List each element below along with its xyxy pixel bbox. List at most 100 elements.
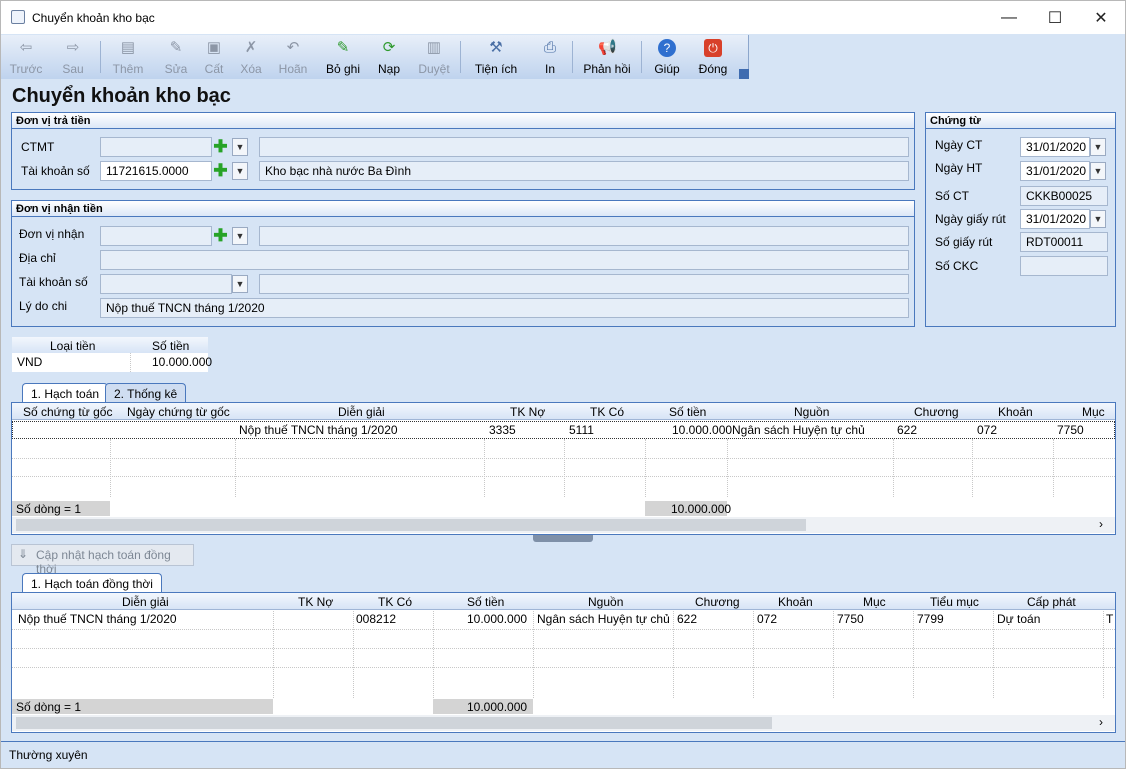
close-power-icon: ⏻ (704, 39, 722, 57)
maximize-button[interactable]: ☐ (1032, 5, 1078, 31)
concurrent-hscrollbar[interactable]: › (12, 715, 1115, 731)
add-account-icon[interactable]: ✚ (212, 162, 229, 179)
unpost-button[interactable]: ✎ Bỏ ghi (321, 35, 365, 79)
row2-subitem: 7799 (917, 612, 944, 626)
feedback-icon: 📢 (598, 39, 617, 56)
withdrawal-date-dropdown-button[interactable]: ▼ (1090, 210, 1106, 228)
currency-table: Loại tiền Số tiền VND 10.000.000 (12, 337, 212, 372)
reason-label: Lý do chi (19, 299, 68, 313)
amount-cell[interactable]: 10.000.000 (152, 355, 212, 369)
utilities-button[interactable]: ⚒ Tiện ích (467, 35, 525, 79)
status-text: Thường xuyên (9, 748, 88, 762)
add-payee-icon[interactable]: ✚ (212, 227, 229, 244)
payee-unit-name-field[interactable] (259, 226, 909, 246)
save-button[interactable]: ▣ Cất (197, 35, 231, 79)
close-window-button[interactable]: ✕ (1078, 5, 1124, 31)
ctmt-name-field[interactable] (259, 137, 909, 157)
accounting-summary-row: Số dòng = 1 10.000.000 (12, 501, 1115, 516)
add-doc-icon: ▤ (120, 39, 136, 56)
address-label: Địa chỉ (19, 251, 56, 265)
prev-button[interactable]: ⇦ Trước (5, 35, 47, 79)
tab-statistics[interactable]: 2. Thống kê (105, 383, 187, 404)
payer-account-name-field[interactable]: Kho bạc nhà nước Ba Đình (259, 161, 909, 181)
col-debit: TK Nợ (510, 405, 546, 419)
app-icon (11, 10, 25, 24)
arrow-right-icon: ⇨ (66, 39, 80, 56)
row2-section: 072 (757, 612, 778, 626)
address-field[interactable] (100, 250, 909, 270)
payer-account-field[interactable]: 11721615.0000 (100, 161, 212, 181)
approve-icon: ▥ (426, 39, 442, 56)
table-row[interactable]: Nộp thuế TNCN tháng 1/2020 3335 5111 10.… (12, 421, 1115, 439)
row2-count: Số dòng = 1 (16, 700, 82, 714)
payee-unit-label: Đơn vị nhận (19, 227, 85, 241)
undo-button[interactable]: ↶ Hoãn (273, 35, 313, 79)
col-source: Nguồn (794, 405, 830, 419)
col-source-number: Số chứng từ gốc (23, 405, 113, 419)
print-button[interactable]: ⎙ In (533, 35, 567, 79)
withdrawal-date-field[interactable]: 31/01/2020 (1020, 209, 1090, 229)
currency-type-cell[interactable]: VND (17, 355, 42, 369)
row-credit: 5111 (569, 423, 594, 437)
col2-allocation: Cấp phát (1027, 595, 1076, 609)
update-concurrent-button[interactable]: ⇓ Cập nhật hạch toán đồng thời (11, 544, 194, 576)
scroll-right-icon[interactable]: › (1099, 715, 1103, 729)
row2-description: Nộp thuế TNCN tháng 1/2020 (18, 612, 177, 626)
col2-chapter: Chương (695, 595, 740, 609)
arrow-left-icon: ⇦ (19, 39, 33, 56)
amount-header: Số tiền (152, 339, 190, 353)
minimize-button[interactable]: — (986, 5, 1032, 31)
help-button[interactable]: ? Giúp (649, 35, 685, 79)
arrow-down-icon: ⇓ (18, 547, 29, 561)
table-row[interactable]: Nộp thuế TNCN tháng 1/2020 008212 10.000… (12, 611, 1115, 629)
withdrawal-number-label: Số giấy rút (935, 235, 993, 249)
concurrent-grid: Diễn giải TK Nợ TK Có Số tiền Nguồn Chươ… (11, 592, 1116, 733)
approve-button[interactable]: ▥ Duyệt (413, 35, 455, 79)
splitter-handle[interactable] (533, 535, 593, 542)
reload-button[interactable]: ⟳ Nạp (371, 35, 407, 79)
ctmt-field[interactable] (100, 137, 212, 157)
delete-button[interactable]: ✗ Xóa (234, 35, 268, 79)
payer-account-dropdown-button[interactable]: ▼ (232, 162, 248, 180)
add-button[interactable]: ▤ Thêm (107, 35, 149, 79)
close-button[interactable]: ⏻ Đóng (693, 35, 733, 79)
row2-chapter: 622 (677, 612, 698, 626)
help-icon: ? (658, 39, 676, 57)
delete-icon: ✗ (244, 39, 258, 56)
withdrawal-number-field[interactable]: RDT00011 (1020, 232, 1108, 252)
voucher-number-label: Số CT (935, 189, 970, 203)
col2-amount: Số tiền (467, 595, 505, 609)
edit-button[interactable]: ✎ Sửa (158, 35, 194, 79)
ckc-number-field[interactable] (1020, 256, 1108, 276)
payer-account-label: Tài khoản số (21, 164, 90, 178)
accounting-grid-header: Số chứng từ gốc Ngày chứng từ gốc Diễn g… (12, 403, 1115, 420)
posting-date-field[interactable]: 31/01/2020 (1020, 161, 1090, 181)
voucher-date-field[interactable]: 31/01/2020 (1020, 137, 1090, 157)
payee-unit-field[interactable] (100, 226, 212, 246)
add-ctmt-icon[interactable]: ✚ (212, 138, 229, 155)
payee-account-label: Tài khoản số (19, 275, 88, 289)
toolbar-overflow-button[interactable] (739, 69, 749, 79)
row-chapter: 622 (897, 423, 918, 437)
total2-amount: 10.000.000 (467, 700, 528, 714)
voucher-date-dropdown-button[interactable]: ▼ (1090, 138, 1106, 156)
posting-date-dropdown-button[interactable]: ▼ (1090, 162, 1106, 180)
feedback-button[interactable]: 📢 Phản hồi (579, 35, 635, 79)
row-section: 072 (977, 423, 998, 437)
accounting-hscrollbar[interactable]: › (12, 517, 1115, 533)
payee-account-name-field[interactable] (259, 274, 909, 294)
next-button[interactable]: ⇨ Sau (51, 35, 95, 79)
row-debit: 3335 (489, 423, 516, 437)
ctmt-label: CTMT (21, 140, 55, 154)
row2-credit: 008212 (356, 612, 397, 626)
reason-field[interactable]: Nộp thuế TNCN tháng 1/2020 (100, 298, 909, 318)
payee-unit-dropdown-button[interactable]: ▼ (232, 227, 248, 245)
payee-group-header: Đơn vị nhận tiền (12, 201, 914, 217)
scroll-right-icon[interactable]: › (1099, 517, 1103, 531)
ctmt-dropdown-button[interactable]: ▼ (232, 138, 248, 156)
row2-overflow: T (1106, 612, 1114, 626)
payee-account-dropdown-button[interactable]: ▼ (232, 275, 248, 293)
col2-description: Diễn giải (122, 595, 169, 609)
voucher-number-field[interactable]: CKKB00025 (1020, 186, 1108, 206)
payee-account-field[interactable] (100, 274, 232, 294)
